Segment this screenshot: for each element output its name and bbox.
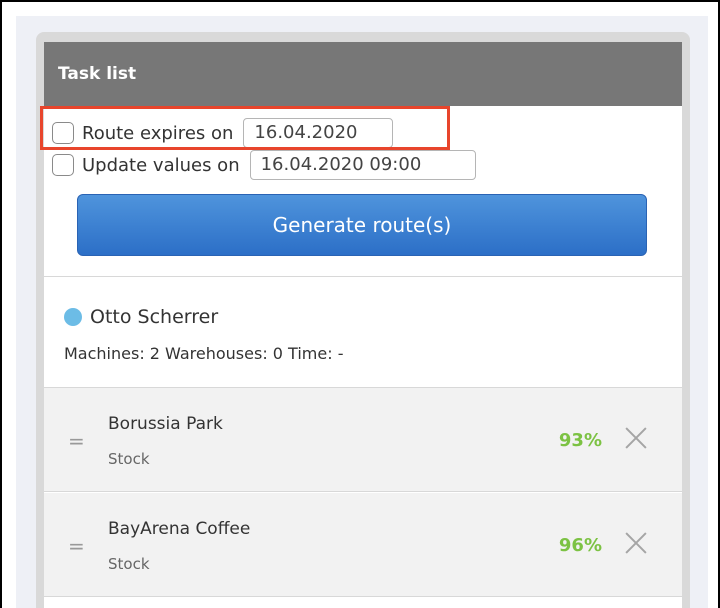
drag-handle-icon[interactable]: = <box>68 536 85 556</box>
list-item[interactable]: = Borussia Park Stock 93% <box>44 388 682 492</box>
fill-percent: 93% <box>558 430 602 451</box>
driver-header[interactable]: Otto Scherrer <box>64 306 218 328</box>
screenshot-frame: Task list Route expires on 16.04.2020 Up… <box>0 0 720 608</box>
driver-name: Otto Scherrer <box>90 306 219 328</box>
driver-status-dot <box>64 308 82 326</box>
update-values-label: Update values on <box>82 154 240 176</box>
item-subtitle: Stock <box>108 450 150 468</box>
fill-percent: 96% <box>558 535 602 556</box>
update-values-datetime-input[interactable]: 16.04.2020 09:00 <box>249 150 476 180</box>
item-subtitle: Stock <box>108 555 150 573</box>
route-expires-label: Route expires on <box>82 122 234 144</box>
item-title: Borussia Park <box>108 414 223 434</box>
drag-handle-icon[interactable]: = <box>68 431 85 451</box>
close-icon[interactable] <box>624 531 648 555</box>
task-list-header: Task list <box>44 42 682 106</box>
route-expires-checkbox[interactable] <box>52 122 74 144</box>
item-title: BayArena Coffee <box>108 519 251 539</box>
route-expires-row: Route expires on 16.04.2020 <box>52 118 394 148</box>
update-values-checkbox[interactable] <box>52 154 74 176</box>
update-values-row: Update values on 16.04.2020 09:00 <box>52 150 476 180</box>
close-icon[interactable] <box>624 426 648 450</box>
generate-routes-button[interactable]: Generate route(s) <box>77 194 647 256</box>
driver-stats: Machines: 2 Warehouses: 0 Time: - <box>64 344 344 363</box>
route-expires-date-input[interactable]: 16.04.2020 <box>243 118 394 148</box>
divider <box>44 276 682 277</box>
task-list-card: Task list Route expires on 16.04.2020 Up… <box>44 42 682 608</box>
list-item[interactable]: = BayArena Coffee Stock 96% <box>44 493 682 597</box>
